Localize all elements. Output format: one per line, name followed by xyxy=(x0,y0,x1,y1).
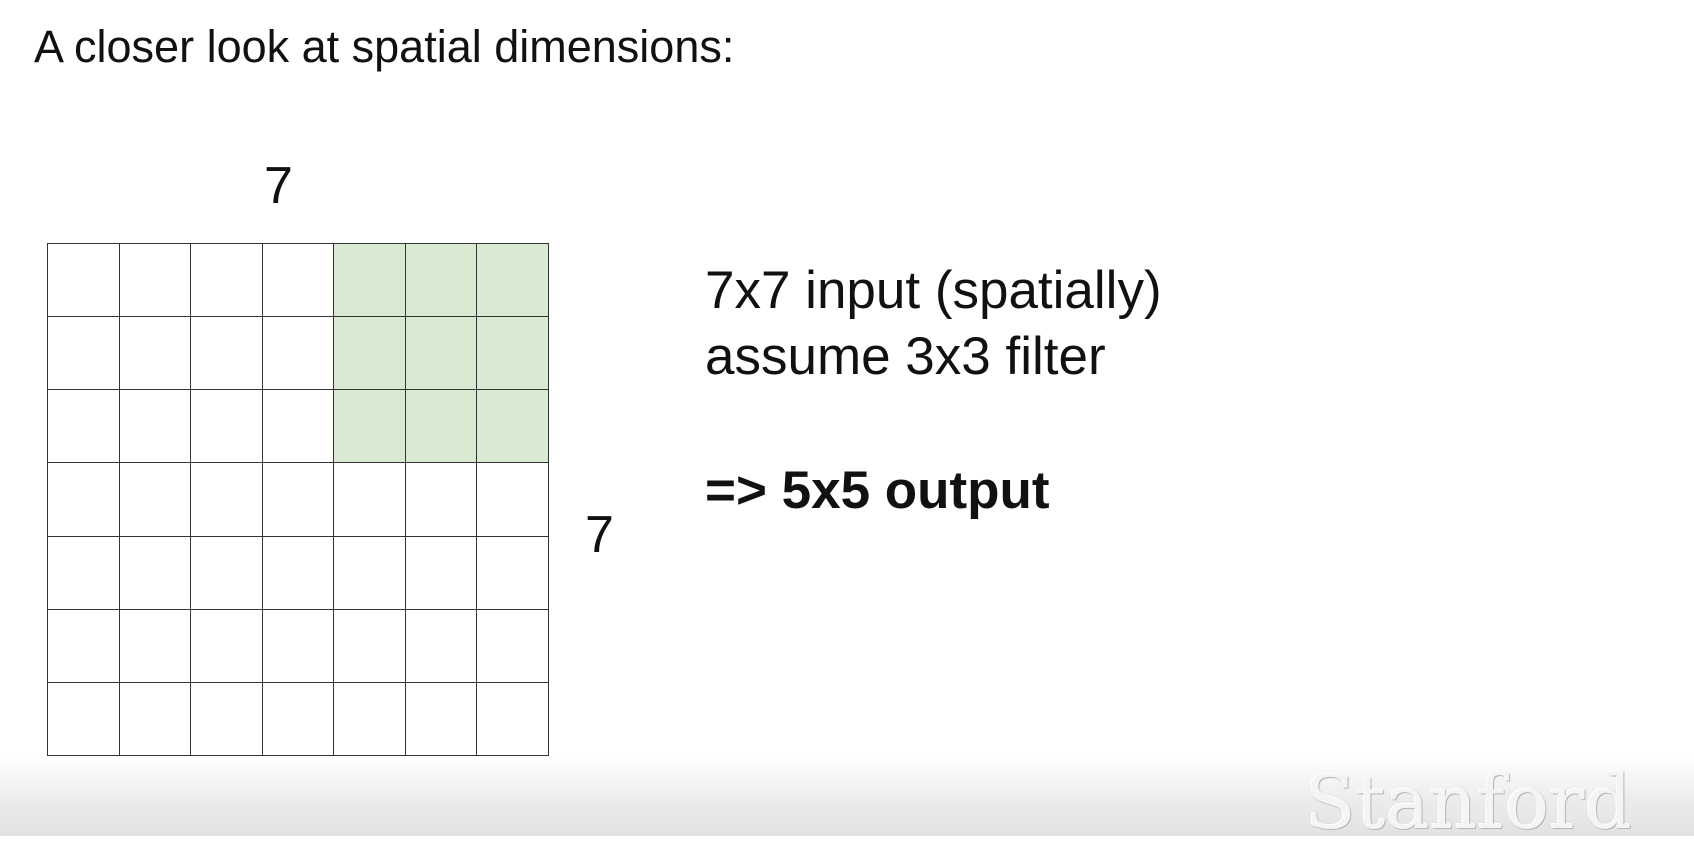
filter-cell xyxy=(477,244,549,318)
grid-cell xyxy=(477,682,549,756)
grid-cell xyxy=(191,536,263,610)
grid-cell xyxy=(48,682,120,756)
grid-height-label: 7 xyxy=(585,506,614,564)
grid-cell xyxy=(262,463,335,537)
grid-cell xyxy=(48,317,120,391)
grid-cell xyxy=(477,536,549,610)
grid-cell xyxy=(191,317,263,391)
filter-cell xyxy=(477,317,549,391)
slide-title: A closer look at spatial dimensions: xyxy=(34,21,735,72)
grid-cell xyxy=(119,536,192,610)
filter-cell xyxy=(405,244,478,318)
grid-cell xyxy=(48,244,120,318)
filter-cell xyxy=(405,317,478,391)
grid-cell xyxy=(405,463,478,537)
grid-width-label: 7 xyxy=(264,157,293,215)
grid-cell xyxy=(334,609,406,683)
filter-cell xyxy=(477,390,549,464)
grid-cell xyxy=(191,390,263,464)
grid-cell xyxy=(477,609,549,683)
grid-cell xyxy=(262,682,335,756)
grid-cell xyxy=(191,463,263,537)
explanation-text: 7x7 input (spatially) assume 3x3 filter … xyxy=(705,258,1162,524)
grid-cell xyxy=(119,244,192,318)
filter-size-note: assume 3x3 filter xyxy=(705,327,1106,386)
grid-cell xyxy=(477,463,549,537)
stanford-logo: Stanford xyxy=(1305,760,1632,846)
grid-cell xyxy=(405,536,478,610)
filter-cell xyxy=(334,317,406,391)
grid-cell xyxy=(191,682,263,756)
grid-cell xyxy=(334,463,406,537)
grid-cell xyxy=(262,390,335,464)
grid-cell xyxy=(262,536,335,610)
grid-cell xyxy=(119,609,192,683)
grid-cell xyxy=(334,536,406,610)
grid-cell xyxy=(48,536,120,610)
grid-cell xyxy=(191,244,263,318)
grid-cell xyxy=(119,390,192,464)
grid-cell xyxy=(405,609,478,683)
filter-cell xyxy=(405,390,478,464)
filter-cell xyxy=(334,244,406,318)
grid-cell xyxy=(405,682,478,756)
filter-cell xyxy=(334,390,406,464)
grid-cell xyxy=(119,463,192,537)
grid-cell xyxy=(48,609,120,683)
grid-cell xyxy=(334,682,406,756)
input-grid xyxy=(47,243,549,756)
output-size-note: => 5x5 output xyxy=(705,461,1050,520)
grid-cell xyxy=(119,317,192,391)
grid-cell xyxy=(48,390,120,464)
grid-cell xyxy=(262,244,335,318)
grid-cell xyxy=(191,609,263,683)
grid-cell xyxy=(48,463,120,537)
input-size-note: 7x7 input (spatially) xyxy=(705,261,1162,320)
grid-cell xyxy=(119,682,192,756)
grid-cell xyxy=(262,609,335,683)
grid-cell xyxy=(262,317,335,391)
